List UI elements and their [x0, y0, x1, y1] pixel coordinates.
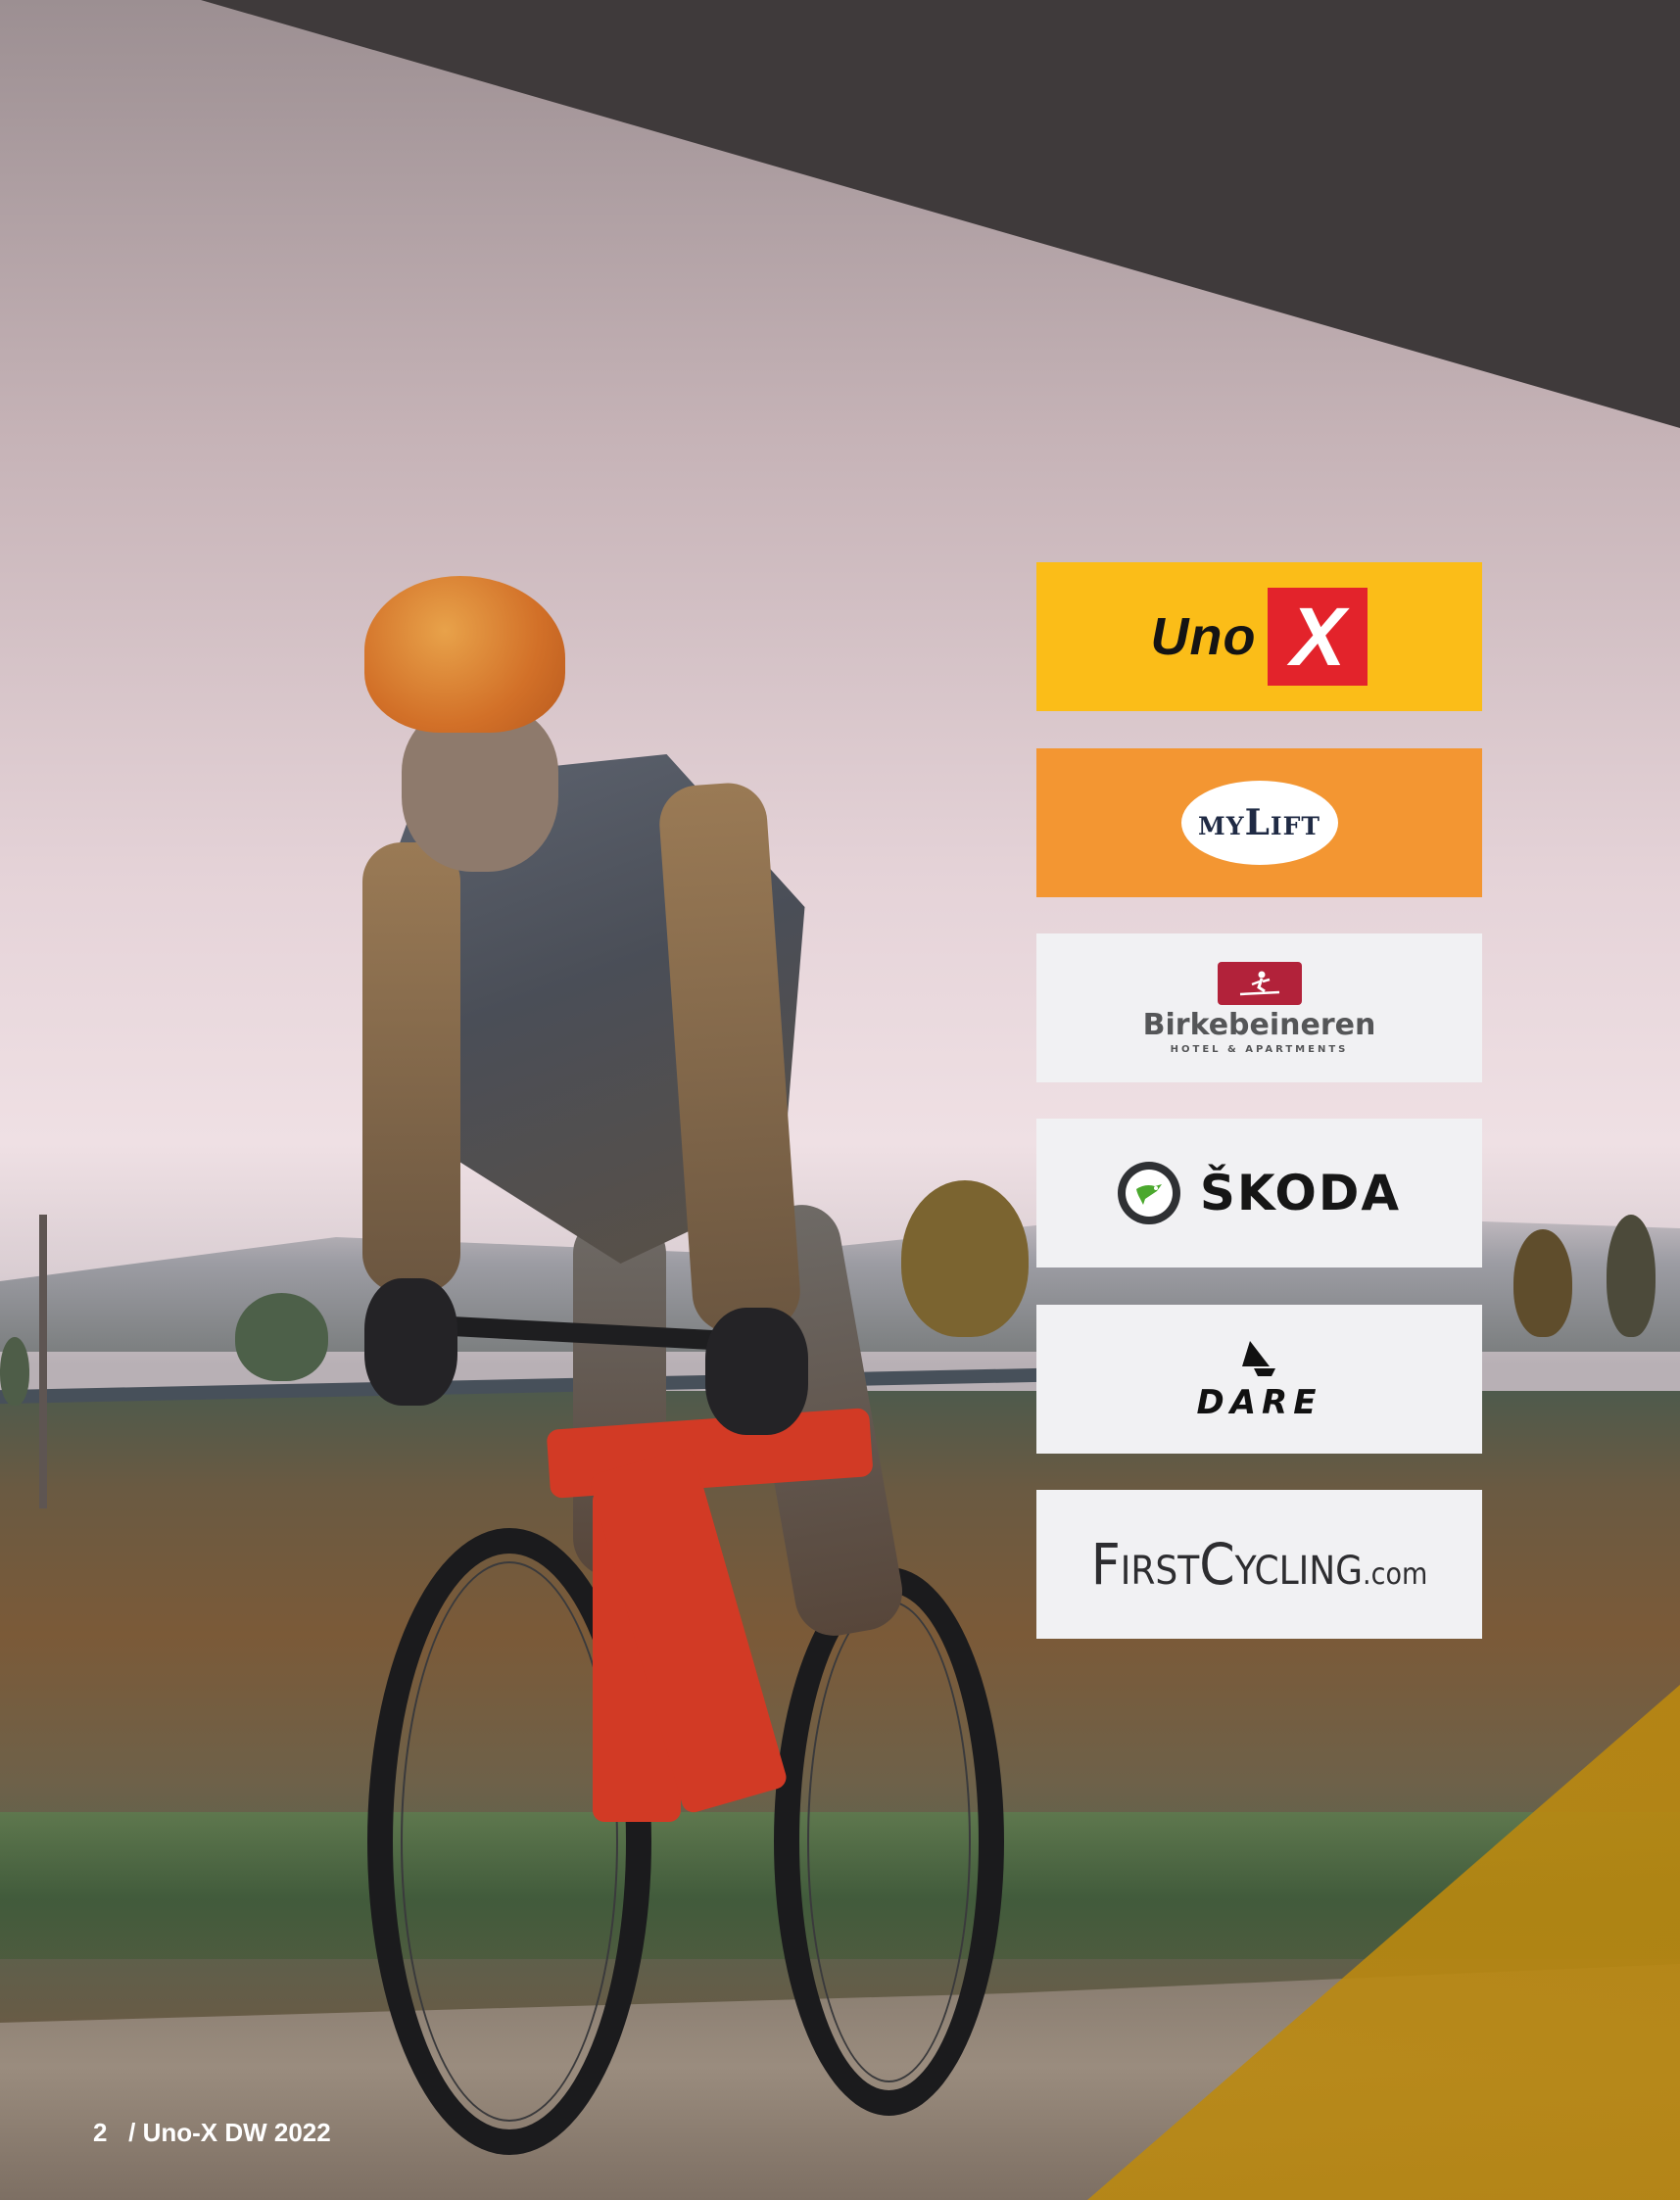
firstcycling-wordmark: F IRST C YCLING .com [1090, 1531, 1428, 1598]
tree [901, 1180, 1029, 1337]
utility-pole [39, 1215, 47, 1508]
sponsor-logo-uno-x: Uno X [1036, 562, 1482, 711]
uno-x-red-mark: X [1268, 588, 1368, 686]
mylift-oval: myLift [1180, 781, 1338, 865]
skoda-arrow-icon [1117, 1162, 1180, 1224]
dare-wordmark: DARE [1196, 1383, 1322, 1422]
rear-wheel [774, 1567, 1004, 2116]
tree [0, 1337, 29, 1406]
publication-title: / Uno-X DW 2022 [128, 2118, 331, 2147]
page-number: 2 [93, 2118, 108, 2147]
sponsor-logo-mylift: myLift [1036, 748, 1482, 897]
skoda-wordmark: ŠKODA [1199, 1165, 1402, 1221]
sponsor-logo-skoda: ŠKODA [1036, 1119, 1482, 1267]
left-arm [362, 842, 460, 1293]
birkebeineren-subtitle: HOTEL & APARTMENTS [1170, 1043, 1349, 1055]
skier-icon [1217, 961, 1302, 1005]
tree [1513, 1229, 1572, 1337]
birkebeineren-wordmark: Birkebeineren [1142, 1007, 1376, 1042]
uno-x-wordmark: Uno [1150, 607, 1257, 666]
left-hand [364, 1278, 457, 1406]
sponsor-logo-firstcycling: F IRST C YCLING .com [1036, 1490, 1482, 1639]
brochure-page: Uno X myLift Birkebeineren HOTEL & APART… [0, 0, 1680, 2200]
sail-icon [1242, 1341, 1276, 1376]
mylift-wordmark: myLift [1198, 802, 1320, 843]
page-footer: 2 / Uno-X DW 2022 [93, 2118, 331, 2148]
sponsor-logo-dare: DARE [1036, 1305, 1482, 1454]
tree [1607, 1215, 1656, 1337]
tree [235, 1293, 328, 1381]
right-hand [705, 1308, 808, 1435]
sponsor-logo-birkebeineren: Birkebeineren HOTEL & APARTMENTS [1036, 933, 1482, 1082]
